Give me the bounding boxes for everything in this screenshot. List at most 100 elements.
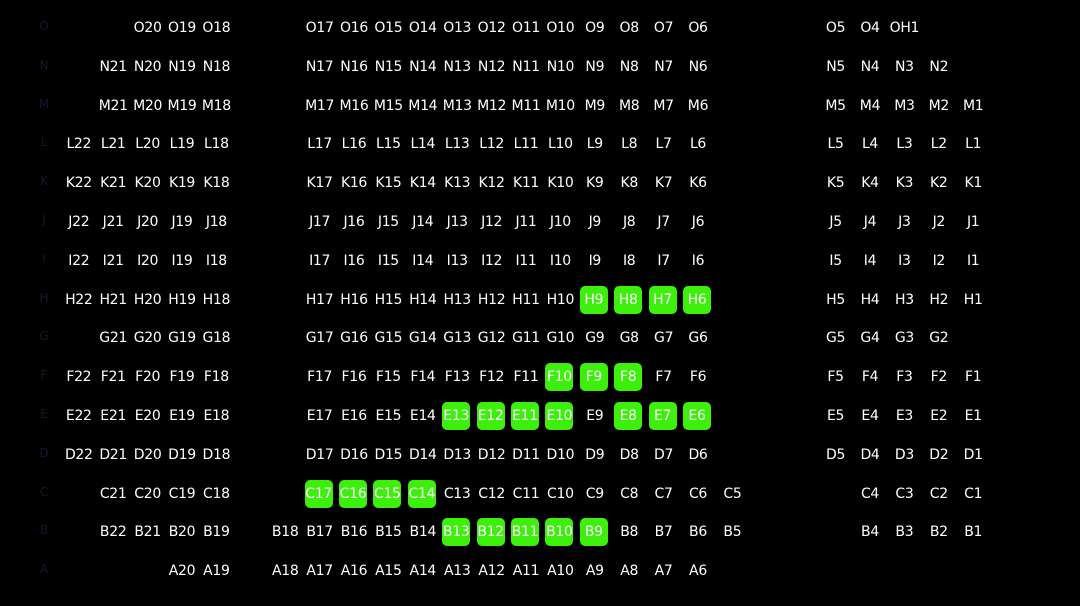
seat-j14[interactable]: J14 (408, 208, 438, 236)
seat-m20[interactable]: M20 (133, 92, 163, 120)
seat-l17[interactable]: L17 (305, 130, 335, 158)
seat-b8[interactable]: B8 (614, 518, 644, 546)
seat-k3[interactable]: K3 (889, 169, 919, 197)
seat-e2[interactable]: E2 (924, 402, 954, 430)
seat-n18[interactable]: N18 (201, 53, 231, 81)
seat-d8[interactable]: D8 (614, 441, 644, 469)
seat-j13[interactable]: J13 (442, 208, 472, 236)
seat-l11[interactable]: L11 (511, 130, 541, 158)
seat-k19[interactable]: K19 (167, 169, 197, 197)
seat-oh1[interactable]: OH1 (889, 14, 920, 42)
seat-d16[interactable]: D16 (339, 441, 369, 469)
seat-i11[interactable]: I11 (511, 247, 541, 275)
seat-d15[interactable]: D15 (373, 441, 403, 469)
seat-m3[interactable]: M3 (889, 92, 919, 120)
seat-h17[interactable]: H17 (305, 286, 335, 314)
seat-j16[interactable]: J16 (339, 208, 369, 236)
seat-e17[interactable]: E17 (305, 402, 335, 430)
seat-c1[interactable]: C1 (958, 480, 988, 508)
seat-k4[interactable]: K4 (855, 169, 885, 197)
seat-b5[interactable]: B5 (717, 518, 747, 546)
seat-l4[interactable]: L4 (855, 130, 885, 158)
seat-o16[interactable]: O16 (339, 14, 369, 42)
seat-i15[interactable]: I15 (373, 247, 403, 275)
seat-n20[interactable]: N20 (133, 53, 163, 81)
seat-n10[interactable]: N10 (545, 53, 575, 81)
seat-o7[interactable]: O7 (649, 14, 679, 42)
seat-g16[interactable]: G16 (339, 324, 369, 352)
seat-a16[interactable]: A16 (339, 557, 369, 585)
seat-m9[interactable]: M9 (580, 92, 610, 120)
seat-i8[interactable]: I8 (614, 247, 644, 275)
seat-e7[interactable]: E7 (648, 402, 677, 430)
seat-e3[interactable]: E3 (889, 402, 919, 430)
seat-n2[interactable]: N2 (924, 53, 954, 81)
seat-e6[interactable]: E6 (683, 402, 711, 430)
seat-n7[interactable]: N7 (649, 53, 679, 81)
seat-c16[interactable]: C16 (339, 479, 367, 508)
seat-e22[interactable]: E22 (64, 402, 94, 430)
seat-g2[interactable]: G2 (924, 324, 954, 352)
seat-g5[interactable]: G5 (821, 324, 851, 352)
seat-k12[interactable]: K12 (477, 169, 507, 197)
seat-b22[interactable]: B22 (98, 518, 128, 546)
seat-g11[interactable]: G11 (511, 324, 541, 352)
seat-l6[interactable]: L6 (683, 130, 713, 158)
seat-i16[interactable]: I16 (339, 247, 369, 275)
seat-o20[interactable]: O20 (133, 14, 163, 42)
seat-d12[interactable]: D12 (477, 441, 507, 469)
seat-a13[interactable]: A13 (442, 557, 472, 585)
seat-g14[interactable]: G14 (408, 324, 438, 352)
seat-a12[interactable]: A12 (477, 557, 507, 585)
seat-k14[interactable]: K14 (408, 169, 438, 197)
seat-n15[interactable]: N15 (373, 53, 403, 81)
seat-f12[interactable]: F12 (477, 363, 507, 391)
seat-l18[interactable]: L18 (201, 130, 231, 158)
seat-j12[interactable]: J12 (477, 208, 507, 236)
seat-g7[interactable]: G7 (649, 324, 679, 352)
seat-m21[interactable]: M21 (98, 92, 128, 120)
seat-i3[interactable]: I3 (889, 247, 919, 275)
seat-l13[interactable]: L13 (442, 130, 472, 158)
seat-a14[interactable]: A14 (408, 557, 438, 585)
seat-e20[interactable]: E20 (133, 402, 163, 430)
seat-e18[interactable]: E18 (201, 402, 231, 430)
seat-d22[interactable]: D22 (64, 441, 94, 469)
seat-d3[interactable]: D3 (889, 441, 919, 469)
seat-i13[interactable]: I13 (442, 247, 472, 275)
seat-k5[interactable]: K5 (821, 169, 851, 197)
seat-b13[interactable]: B13 (442, 518, 471, 547)
seat-e15[interactable]: E15 (373, 402, 403, 430)
seat-i21[interactable]: I21 (98, 247, 128, 275)
seat-k9[interactable]: K9 (580, 169, 610, 197)
seat-d9[interactable]: D9 (580, 441, 610, 469)
seat-l2[interactable]: L2 (924, 130, 954, 158)
seat-e13[interactable]: E13 (442, 402, 471, 430)
seat-i12[interactable]: I12 (477, 247, 507, 275)
seat-o9[interactable]: O9 (580, 14, 610, 42)
seat-c3[interactable]: C3 (889, 480, 919, 508)
seat-i5[interactable]: I5 (821, 247, 851, 275)
seat-h12[interactable]: H12 (477, 286, 507, 314)
seat-i14[interactable]: I14 (408, 247, 438, 275)
seat-m14[interactable]: M14 (408, 92, 438, 120)
seat-a7[interactable]: A7 (649, 557, 679, 585)
seat-a20[interactable]: A20 (167, 557, 197, 585)
seat-d7[interactable]: D7 (649, 441, 679, 469)
seat-b1[interactable]: B1 (958, 518, 988, 546)
seat-h21[interactable]: H21 (98, 286, 128, 314)
seat-k7[interactable]: K7 (649, 169, 679, 197)
seat-f13[interactable]: F13 (442, 363, 472, 391)
seat-k22[interactable]: K22 (64, 169, 94, 197)
seat-m17[interactable]: M17 (305, 92, 335, 120)
seat-l7[interactable]: L7 (649, 130, 679, 158)
seat-e12[interactable]: E12 (476, 402, 505, 430)
seat-d1[interactable]: D1 (958, 441, 988, 469)
seat-j20[interactable]: J20 (133, 208, 163, 236)
seat-b7[interactable]: B7 (649, 518, 679, 546)
seat-n21[interactable]: N21 (98, 53, 128, 81)
seat-m1[interactable]: M1 (958, 92, 988, 120)
seat-j11[interactable]: J11 (511, 208, 541, 236)
seat-f7[interactable]: F7 (649, 363, 679, 391)
seat-h13[interactable]: H13 (442, 286, 472, 314)
